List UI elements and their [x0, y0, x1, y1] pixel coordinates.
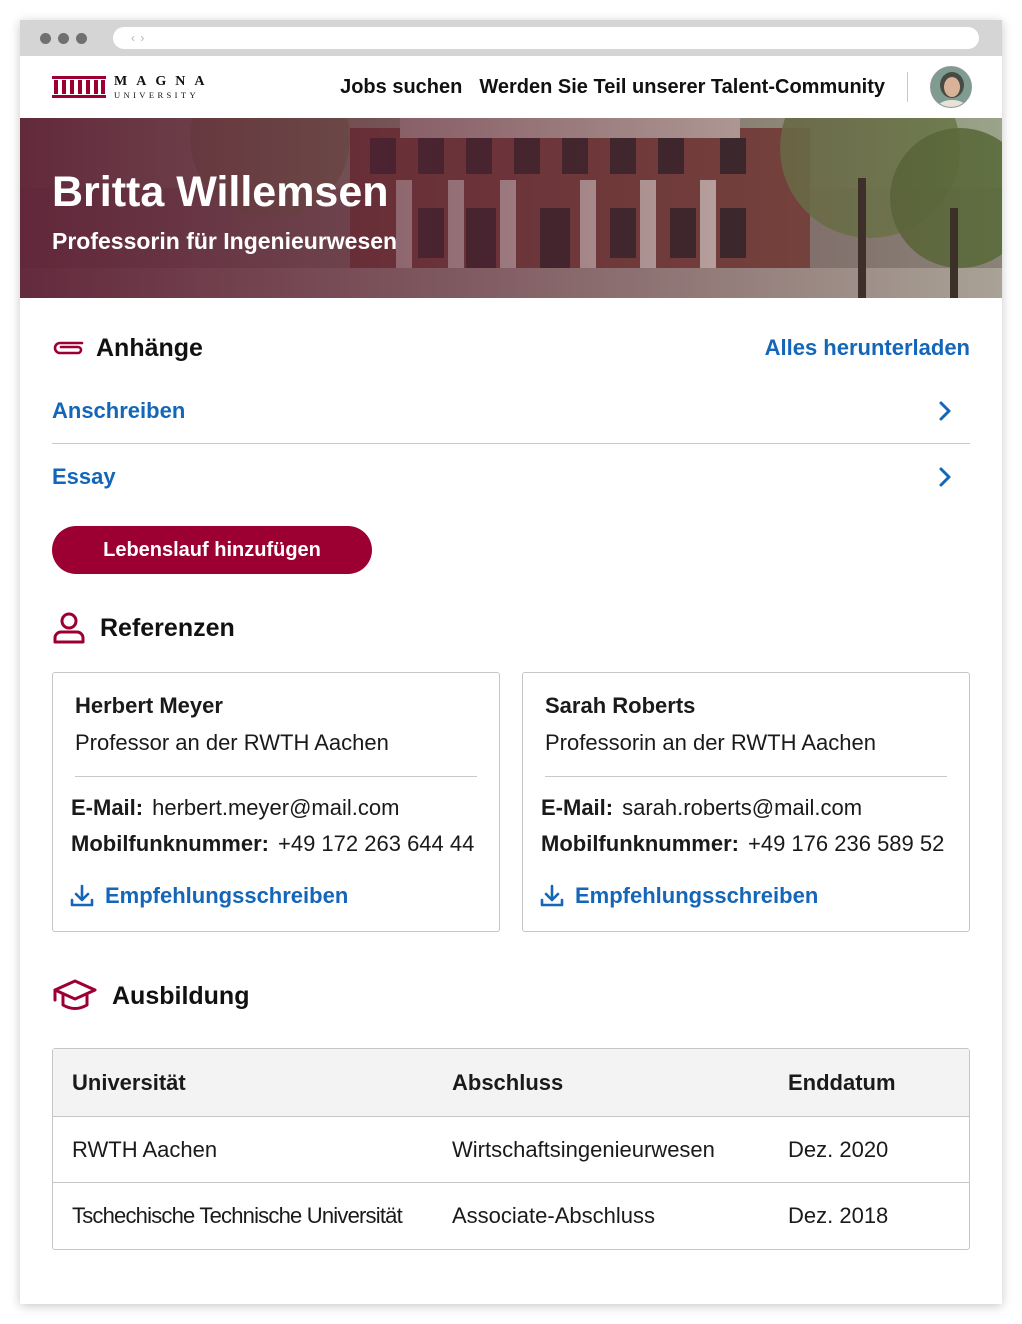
browser-window: ‹ › MAGNA UNIVERSITY Jobs suchen Werden … [20, 20, 1002, 1304]
cell-end-date: Dez. 2018 [788, 1203, 889, 1228]
back-forward-icon[interactable]: ‹ › [131, 31, 145, 45]
window-dot[interactable] [76, 32, 87, 44]
email-label: E-Mail: [541, 795, 614, 820]
recommendation-letter-link[interactable]: Empfehlungsschreiben [539, 883, 818, 909]
add-cv-button[interactable]: Lebenslauf hinzufügen [52, 526, 372, 574]
reference-email-line: E-Mail: herbert.meyer@mail.com [71, 795, 399, 821]
window-dot[interactable] [40, 32, 51, 44]
cell-degree: Wirtschaftsingenieurwesen [452, 1136, 715, 1162]
reference-email[interactable]: sarah.roberts@mail.com [622, 795, 862, 820]
card-divider [75, 776, 477, 777]
graduation-cap-icon [53, 979, 97, 1010]
logo-subtitle: UNIVERSITY [114, 89, 199, 100]
university-logo[interactable]: MAGNA UNIVERSITY [52, 73, 214, 100]
reference-name: Herbert Meyer [75, 693, 223, 718]
window-controls [40, 32, 87, 44]
recommendation-letter-label[interactable]: Empfehlungsschreiben [575, 883, 818, 909]
table-header-row: Universität Abschluss Enddatum [53, 1049, 969, 1117]
attachments-title: Anhänge [96, 333, 203, 362]
nav-link-talent-community[interactable]: Werden Sie Teil unserer Talent-Community [479, 76, 885, 99]
reference-email-line: E-Mail: sarah.roberts@mail.com [541, 795, 862, 821]
reference-card: Sarah Roberts Professorin an der RWTH Aa… [522, 672, 970, 932]
attachment-label[interactable]: Essay [52, 464, 116, 490]
cell-university: Tschechische Technische Universität [72, 1203, 403, 1228]
person-icon [53, 612, 85, 644]
site-header: MAGNA UNIVERSITY Jobs suchen Werden Sie … [20, 56, 1002, 118]
profile-name: Britta Willemsen [52, 168, 389, 216]
reference-mobile-line: Mobilfunknummer: +49 172 263 644 44 [71, 831, 474, 857]
reference-card: Herbert Meyer Professor an der RWTH Aach… [52, 672, 500, 932]
window-dot[interactable] [58, 32, 69, 44]
table-row: RWTH Aachen Wirtschaftsingenieurwesen De… [53, 1117, 969, 1183]
cell-university: RWTH Aachen [72, 1136, 218, 1162]
card-divider [545, 776, 947, 777]
attachments-header: Anhänge Alles herunterladen [52, 318, 970, 378]
education-header: Ausbildung [52, 978, 970, 1014]
address-bar[interactable]: ‹ › [113, 27, 979, 49]
reference-mobile[interactable]: +49 172 263 644 44 [278, 831, 474, 856]
references-list: Herbert Meyer Professor an der RWTH Aach… [52, 672, 970, 932]
column-header-end-date: Enddatum [788, 1069, 896, 1095]
browser-chrome: ‹ › [20, 20, 1002, 56]
nav-divider [907, 72, 908, 102]
education-title: Ausbildung [112, 981, 250, 1010]
chevron-right-icon[interactable] [938, 466, 952, 488]
reference-mobile[interactable]: +49 176 236 589 52 [748, 831, 944, 856]
column-header-university: Universität [72, 1069, 186, 1095]
avatar-photo-icon [931, 67, 971, 107]
recommendation-letter-label[interactable]: Empfehlungsschreiben [105, 883, 348, 909]
download-all-link[interactable]: Alles herunterladen [765, 335, 970, 361]
profile-content: Anhänge Alles herunterladen Anschreiben … [20, 318, 1002, 1250]
columns-logo-icon [52, 76, 106, 98]
mobile-label: Mobilfunknummer: [71, 831, 269, 856]
references-header: Referenzen [52, 612, 970, 644]
references-title: Referenzen [100, 613, 235, 642]
reference-name: Sarah Roberts [545, 693, 696, 718]
profile-title: Professorin für Ingenieurwesen [52, 228, 398, 254]
attachment-item-cover-letter[interactable]: Anschreiben [52, 378, 970, 444]
user-avatar[interactable] [930, 66, 972, 108]
table-row: Tschechische Technische Universität Asso… [53, 1183, 969, 1249]
email-label: E-Mail: [71, 795, 144, 820]
chevron-right-icon[interactable] [938, 400, 952, 422]
cell-end-date: Dez. 2020 [788, 1136, 889, 1162]
profile-banner: Britta Willemsen Professorin für Ingenie… [20, 118, 1002, 298]
download-icon [540, 884, 564, 907]
logo-name: MAGNA [114, 73, 214, 89]
paperclip-icon [53, 341, 84, 355]
column-header-degree: Abschluss [452, 1069, 564, 1095]
attachment-item-essay[interactable]: Essay [52, 444, 970, 510]
cell-degree: Associate-Abschluss [452, 1203, 655, 1228]
download-icon [70, 884, 94, 907]
reference-mobile-line: Mobilfunknummer: +49 176 236 589 52 [541, 831, 944, 857]
nav-link-jobs[interactable]: Jobs suchen [340, 76, 462, 99]
recommendation-letter-link[interactable]: Empfehlungsschreiben [69, 883, 348, 909]
reference-email[interactable]: herbert.meyer@mail.com [152, 795, 399, 820]
reference-role: Professor an der RWTH Aachen [75, 730, 389, 755]
reference-role: Professorin an der RWTH Aachen [545, 730, 876, 755]
mobile-label: Mobilfunknummer: [541, 831, 739, 856]
education-table: Universität Abschluss Enddatum RWTH Aach… [52, 1048, 970, 1250]
attachment-label[interactable]: Anschreiben [52, 398, 185, 424]
main-nav: Jobs suchen Werden Sie Teil unserer Tale… [323, 66, 972, 108]
